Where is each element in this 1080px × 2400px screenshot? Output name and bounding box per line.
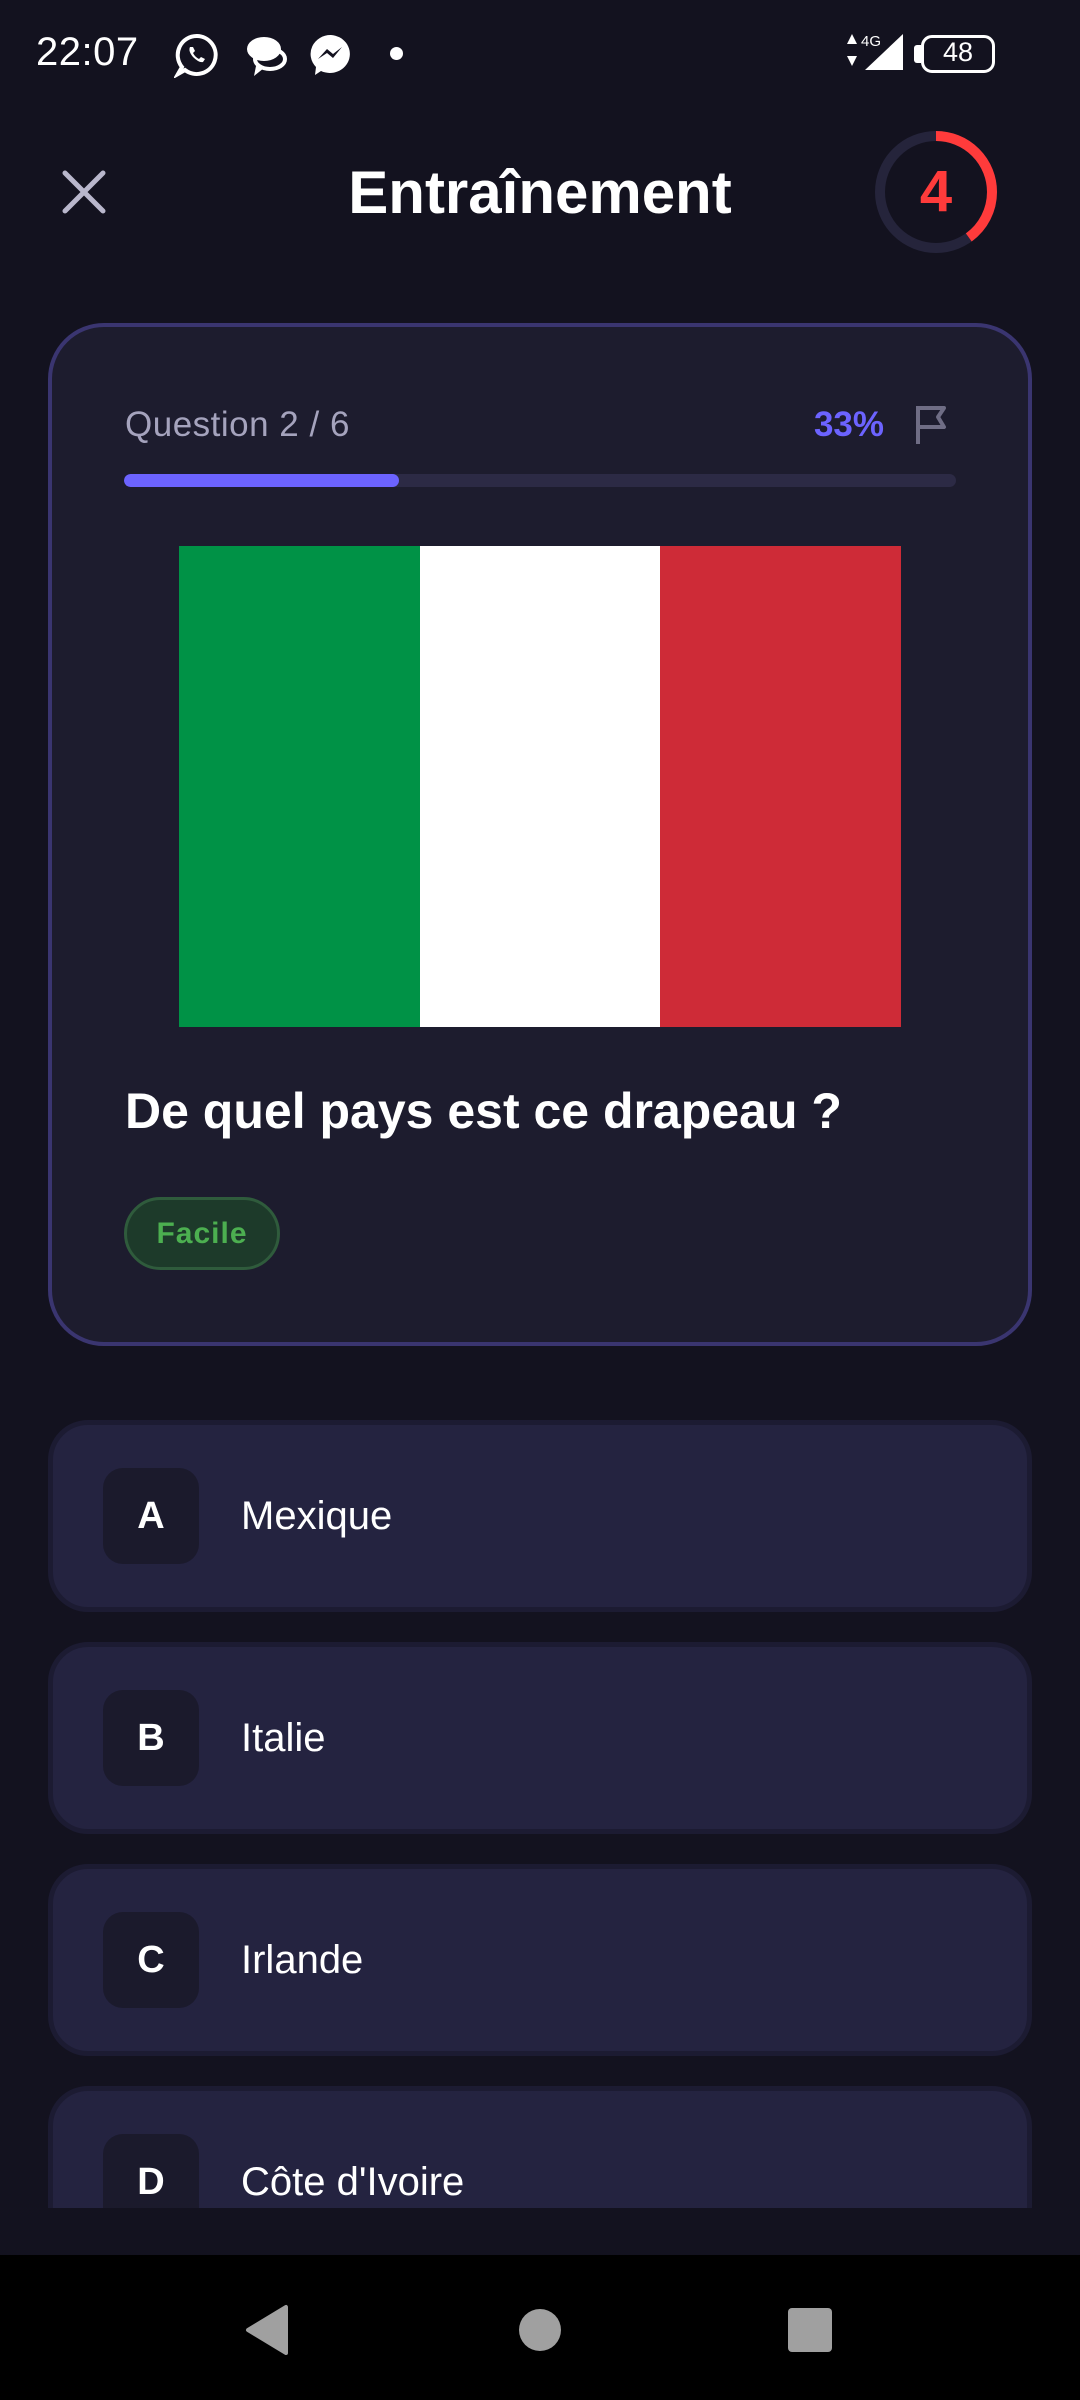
answer-letter: B <box>103 1690 199 1786</box>
answer-option-c[interactable]: C Irlande <box>48 1864 1032 2056</box>
system-nav-bar <box>0 2255 1080 2400</box>
difficulty-badge: Facile <box>124 1197 280 1270</box>
answer-text: Irlande <box>241 1938 364 1982</box>
back-triangle-icon <box>246 2305 288 2355</box>
notification-dot-icon <box>390 47 403 60</box>
progress-bar-fill <box>124 474 399 487</box>
answer-letter: C <box>103 1912 199 2008</box>
question-counter: Question 2 / 6 <box>125 405 350 444</box>
report-flag-icon[interactable] <box>908 400 956 448</box>
question-text: De quel pays est ce drapeau ? <box>125 1083 842 1139</box>
back-button[interactable] <box>232 2295 302 2365</box>
answer-text: Italie <box>241 1716 326 1760</box>
whatsapp-icon <box>174 33 218 78</box>
progress-percent: 33% <box>813 405 884 444</box>
answer-text: Côte d'Ivoire <box>241 2160 465 2204</box>
home-button[interactable] <box>505 2295 575 2365</box>
timer-value: 4 <box>919 159 953 224</box>
battery-cap <box>914 45 921 63</box>
close-icon <box>62 170 106 214</box>
flag-image <box>179 546 902 1027</box>
status-bar: 22:07 4G 48 <box>0 0 1080 108</box>
signal-icon: 4G <box>847 33 903 70</box>
messenger-icon <box>310 34 350 75</box>
close-button[interactable] <box>50 158 118 226</box>
answer-letter: D <box>103 2134 199 2208</box>
flag-stripe-middle <box>419 546 661 1027</box>
answer-option-d[interactable]: D Côte d'Ivoire <box>48 2086 1032 2208</box>
answer-letter: A <box>103 1468 199 1564</box>
status-time: 22:07 <box>36 30 139 74</box>
answers-list[interactable]: A Mexique B Italie C Irlande D Côte d'Iv… <box>0 1410 1080 2208</box>
answer-text: Mexique <box>241 1494 393 1538</box>
chat-bubbles-icon <box>247 37 287 76</box>
progress-bar <box>124 474 956 487</box>
recents-button[interactable] <box>775 2295 845 2365</box>
network-type: 4G <box>861 33 881 50</box>
battery-level: 48 <box>942 37 974 67</box>
flag-stripe-right <box>660 546 902 1027</box>
home-circle-icon <box>519 2309 561 2351</box>
answer-option-a[interactable]: A Mexique <box>48 1420 1032 1612</box>
page-title: Entraînement <box>348 159 732 226</box>
quiz-screen: 22:07 4G 48 Entraînement 4 Question 2 / … <box>0 0 1080 2400</box>
flag-stripe-left <box>179 546 420 1027</box>
recents-square-icon <box>788 2308 832 2352</box>
answer-option-b[interactable]: B Italie <box>48 1642 1032 1834</box>
